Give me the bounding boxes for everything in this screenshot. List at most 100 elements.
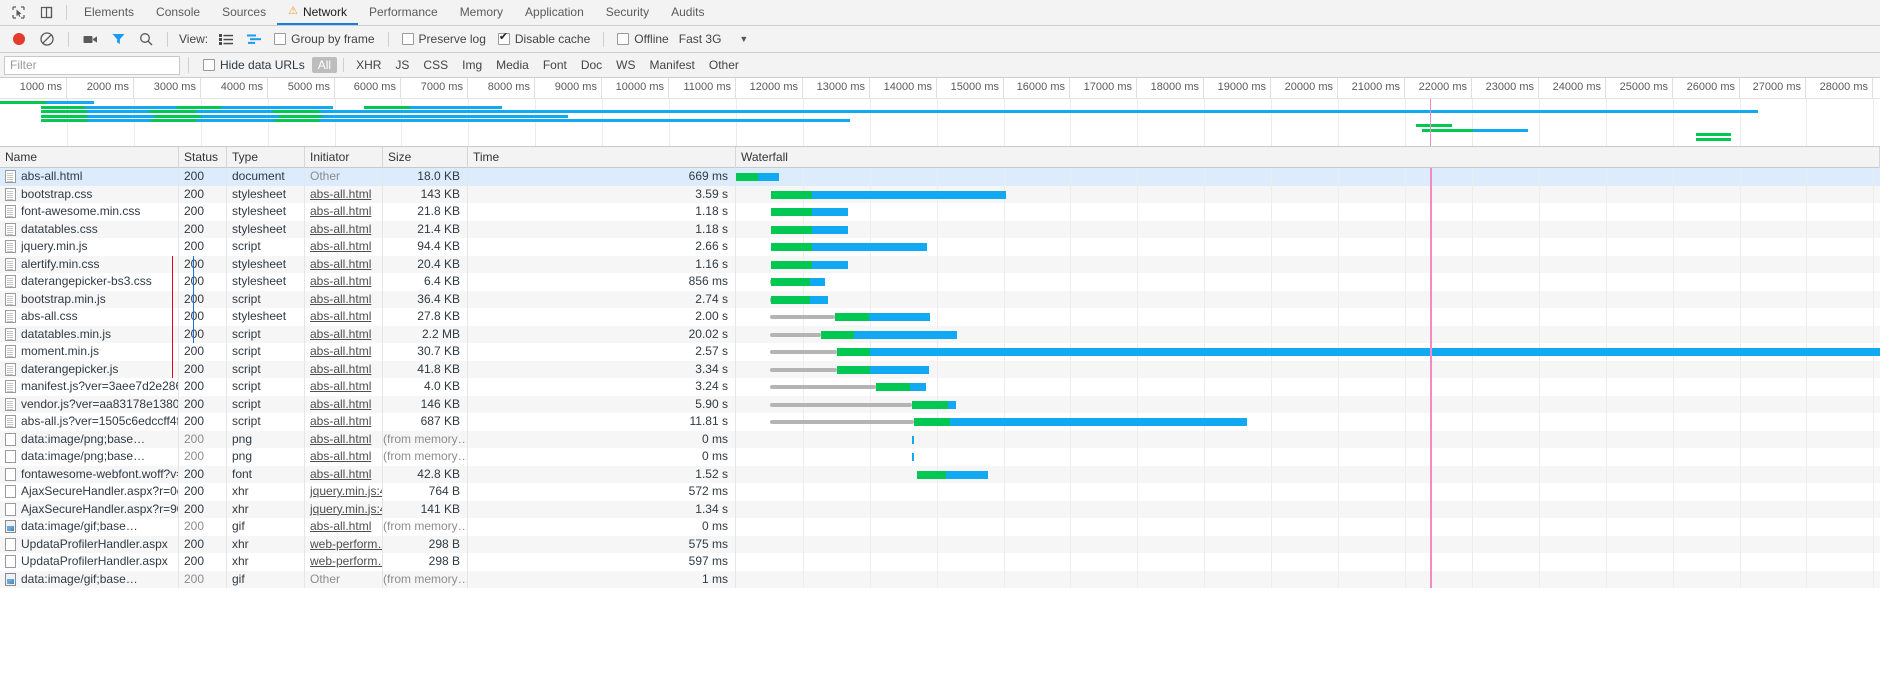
network-overview[interactable] [0, 99, 1880, 147]
initiator-link[interactable]: abs-all.html [310, 344, 371, 358]
cell-name[interactable]: data:image/png;base… [0, 448, 179, 466]
cell-initiator[interactable]: jquery.min.js:4 [305, 483, 383, 501]
cell-waterfall[interactable] [736, 483, 1880, 501]
cell-waterfall[interactable] [736, 378, 1880, 396]
cell-initiator[interactable]: web-perform… [305, 553, 383, 571]
cell-waterfall[interactable] [736, 570, 1880, 588]
table-row[interactable]: abs-all.js?ver=1505c6edccff4f463… 200 scri… [0, 413, 1880, 431]
table-row[interactable]: data:image/gif;base… 200 gif abs-all.html (f… [0, 518, 1880, 536]
cell-waterfall[interactable] [736, 238, 1880, 256]
cell-name[interactable]: abs-all.js?ver=1505c6edccff4f463… [0, 413, 179, 431]
requests-table-body[interactable]: abs-all.html 200 document Other 18.0 KB 669 m… [0, 168, 1880, 588]
search-icon[interactable] [132, 28, 160, 50]
cell-initiator[interactable]: abs-all.html [305, 308, 383, 326]
cell-initiator[interactable]: abs-all.html [305, 395, 383, 413]
waterfall-view-icon[interactable] [240, 28, 268, 50]
cell-name[interactable]: AjaxSecureHandler.aspx?r=90a19… [0, 500, 179, 518]
tab-sources[interactable]: Sources [211, 0, 277, 25]
cell-waterfall[interactable] [736, 430, 1880, 448]
type-filter-other[interactable]: Other [703, 57, 745, 73]
list-view-icon[interactable] [212, 28, 240, 50]
cell-waterfall[interactable] [736, 360, 1880, 378]
hide-data-urls-checkbox[interactable]: Hide data URLs [197, 58, 311, 72]
cell-name[interactable]: alertify.min.css [0, 255, 179, 273]
cell-name[interactable]: fontawesome-webfont.woff?v=3.2.1 [0, 465, 179, 483]
filter-input[interactable]: Filter [4, 55, 180, 75]
cell-initiator[interactable]: abs-all.html [305, 360, 383, 378]
cell-waterfall[interactable] [736, 255, 1880, 273]
cell-initiator[interactable]: jquery.min.js:4 [305, 500, 383, 518]
cell-name[interactable]: daterangepicker-bs3.css [0, 273, 179, 291]
initiator-link[interactable]: abs-all.html [310, 449, 371, 463]
column-header-time[interactable]: Time [468, 146, 736, 168]
timeline-ruler[interactable]: 1000 ms 2000 ms 3000 ms 4000 ms 5000 ms 6000 … [0, 78, 1880, 99]
cell-waterfall[interactable] [736, 185, 1880, 203]
type-filter-media[interactable]: Media [490, 57, 535, 73]
initiator-link[interactable]: abs-all.html [310, 292, 371, 306]
initiator-link[interactable]: abs-all.html [310, 414, 371, 428]
table-row[interactable]: fontawesome-webfont.woff?v=3.2.1 200 font a… [0, 465, 1880, 483]
cell-name[interactable]: jquery.min.js [0, 238, 179, 256]
cell-waterfall[interactable] [736, 273, 1880, 291]
type-filter-doc[interactable]: Doc [575, 57, 608, 73]
column-header-status[interactable]: Status [179, 146, 227, 168]
cell-name[interactable]: moment.min.js [0, 343, 179, 361]
cell-waterfall[interactable] [736, 290, 1880, 308]
disable-cache-checkbox[interactable]: Disable cache [492, 31, 596, 46]
tab-application[interactable]: Application [514, 0, 595, 25]
initiator-link[interactable]: jquery.min.js:4 [310, 502, 382, 516]
type-filter-manifest[interactable]: Manifest [644, 57, 701, 73]
preserve-log-checkbox[interactable]: Preserve log [396, 32, 492, 46]
table-row[interactable]: data:image/png;base… 200 png abs-all.html (f… [0, 430, 1880, 448]
camera-icon[interactable] [76, 28, 104, 50]
tab-elements[interactable]: Elements [73, 0, 145, 25]
offline-checkbox[interactable]: Offline [611, 32, 674, 46]
table-row[interactable]: data:image/gif;base… 200 gif Other (from mem… [0, 570, 1880, 588]
cell-name[interactable]: daterangepicker.js [0, 360, 179, 378]
cell-name[interactable]: font-awesome.min.css [0, 203, 179, 221]
initiator-link[interactable]: abs-all.html [310, 362, 371, 376]
chevron-down-icon[interactable]: ▼ [725, 34, 758, 44]
table-row[interactable]: bootstrap.min.js 200 script abs-all.html 36.… [0, 290, 1880, 308]
type-filter-all[interactable]: All [311, 57, 338, 73]
cell-name[interactable]: abs-all.css [0, 308, 179, 326]
type-filter-js[interactable]: JS [389, 57, 415, 73]
cell-name[interactable]: UpdataProfilerHandler.aspx [0, 553, 179, 571]
cell-waterfall[interactable] [736, 203, 1880, 221]
tab-audits[interactable]: Audits [660, 0, 715, 25]
cell-initiator[interactable]: abs-all.html [305, 448, 383, 466]
table-row[interactable]: alertify.min.css 200 stylesheet abs-all.htm… [0, 255, 1880, 273]
table-row[interactable]: moment.min.js 200 script abs-all.html 30.7 K… [0, 343, 1880, 361]
initiator-link[interactable]: abs-all.html [310, 257, 371, 271]
initiator-link[interactable]: abs-all.html [310, 309, 371, 323]
table-row[interactable]: UpdataProfilerHandler.aspx 200 xhr web-perf… [0, 553, 1880, 571]
table-row[interactable]: AjaxSecureHandler.aspx?r=0e356… 200 xhr jqu… [0, 483, 1880, 501]
cell-waterfall[interactable] [736, 220, 1880, 238]
cell-waterfall[interactable] [736, 448, 1880, 466]
cell-waterfall[interactable] [736, 535, 1880, 553]
cell-waterfall[interactable] [736, 343, 1880, 361]
cell-name[interactable]: manifest.js?ver=3aee7d2e28662e… [0, 378, 179, 396]
cell-waterfall[interactable] [736, 518, 1880, 536]
cell-name[interactable]: bootstrap.css [0, 185, 179, 203]
table-row[interactable]: data:image/png;base… 200 png abs-all.html (f… [0, 448, 1880, 466]
initiator-link[interactable]: abs-all.html [310, 467, 371, 481]
cell-waterfall[interactable] [736, 413, 1880, 431]
table-row[interactable]: jquery.min.js 200 script abs-all.html 94.4 K… [0, 238, 1880, 256]
cell-initiator[interactable]: abs-all.html [305, 273, 383, 291]
column-header-initiator[interactable]: Initiator [305, 146, 383, 168]
cell-name[interactable]: abs-all.html [0, 168, 179, 186]
cell-name[interactable]: bootstrap.min.js [0, 290, 179, 308]
type-filter-ws[interactable]: WS [610, 57, 641, 73]
cell-initiator[interactable]: abs-all.html [305, 430, 383, 448]
table-row[interactable]: manifest.js?ver=3aee7d2e28662e… 200 script… [0, 378, 1880, 396]
column-header-type[interactable]: Type [227, 146, 305, 168]
cell-name[interactable]: datatables.css [0, 220, 179, 238]
cell-initiator[interactable]: abs-all.html [305, 255, 383, 273]
group-by-frame-checkbox[interactable]: Group by frame [268, 32, 380, 46]
table-row[interactable]: daterangepicker-bs3.css 200 stylesheet abs-… [0, 273, 1880, 291]
column-header-name[interactable]: Name [0, 146, 179, 168]
table-row[interactable]: bootstrap.css 200 stylesheet abs-all.html 14… [0, 185, 1880, 203]
type-filter-font[interactable]: Font [537, 57, 573, 73]
cell-name[interactable]: UpdataProfilerHandler.aspx [0, 535, 179, 553]
